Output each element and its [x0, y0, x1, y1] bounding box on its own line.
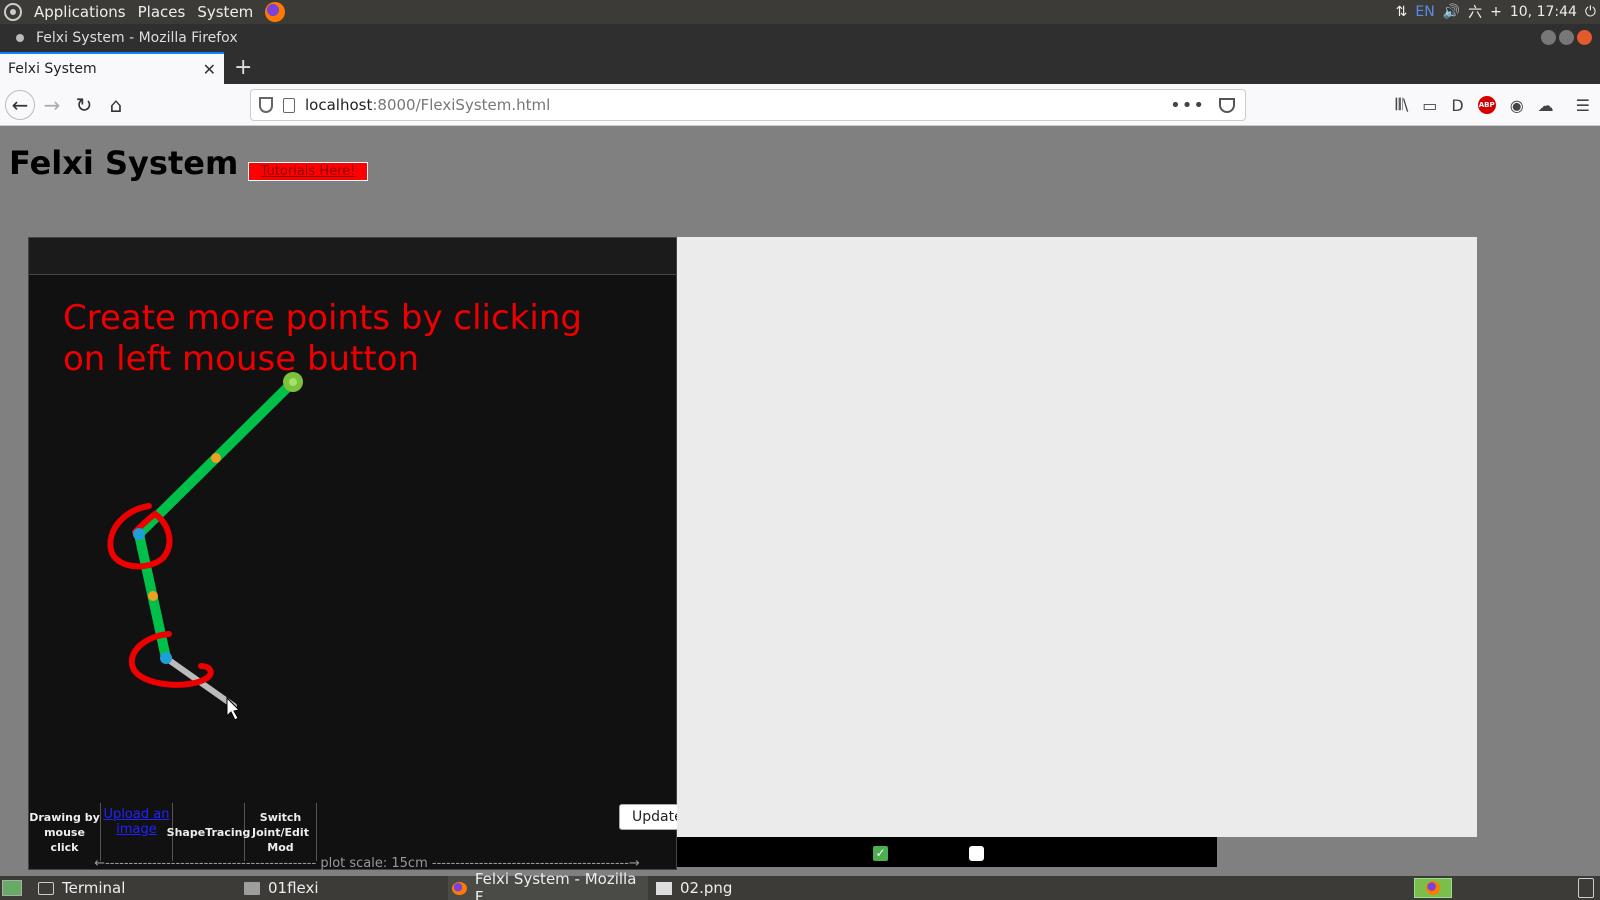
account-icon[interactable]: ◉ [1510, 96, 1524, 115]
url-bar[interactable]: localhost:8000/FlexiSystem.html ••• [250, 89, 1246, 121]
extension-d-icon[interactable]: D [1451, 96, 1463, 115]
firefox-launcher-icon[interactable] [265, 2, 286, 22]
forward-icon[interactable]: → [37, 90, 67, 120]
show-desktop-icon[interactable] [2, 880, 22, 896]
image-file-icon [656, 881, 672, 895]
system-tray: ⇅ EN 🔊 六 + 10, 17:44 ⏻ [1396, 0, 1596, 24]
plot-scale: ←---------------------------------------… [91, 856, 643, 871]
navigation-toolbar: ← → ↻ ⌂ localhost:8000/FlexiSystem.html … [0, 84, 1600, 126]
link-midpoint[interactable] [211, 453, 221, 463]
extension-icon[interactable]: ☁ [1538, 96, 1554, 115]
checkbox-unchecked[interactable] [969, 846, 984, 861]
page-title: Felxi System [9, 144, 239, 182]
keyboard-layout[interactable]: EN [1415, 4, 1434, 20]
system-top-panel: Applications Places System ⇅ EN 🔊 六 + 10… [0, 0, 1600, 24]
shape-tracing-button[interactable]: ShapeTracing [167, 803, 250, 861]
window-titlebar: Felxi System - Mozilla Firefox [0, 24, 1600, 52]
menu-system[interactable]: System [197, 3, 253, 21]
tab-strip: Felxi System ✕ + [0, 52, 1600, 84]
tracking-protection-icon[interactable] [259, 97, 273, 113]
home-icon[interactable]: ⌂ [101, 90, 131, 120]
sidebar-icon[interactable]: ▭ [1422, 96, 1437, 115]
taskbar-item-terminal[interactable]: Terminal [38, 876, 238, 900]
page-actions-icon[interactable]: ••• [1170, 95, 1205, 116]
checkbox-checked[interactable]: ✓ [873, 846, 888, 861]
add-icon[interactable]: + [1490, 4, 1502, 20]
trash-icon[interactable] [1578, 878, 1594, 898]
pocket-icon[interactable] [1219, 97, 1235, 113]
taskbar-item-folder[interactable]: 01flexi [244, 876, 444, 900]
library-icon[interactable]: 𝄃𝄃\ [1396, 95, 1409, 115]
back-icon[interactable]: ← [5, 89, 35, 120]
volume-icon[interactable]: 🔊 [1443, 4, 1460, 20]
endpoint-inner [289, 378, 297, 386]
drawing-mode-button[interactable]: Drawing by mouse click [29, 803, 101, 861]
clock[interactable]: 10, 17:44 [1510, 4, 1577, 20]
link-midpoint[interactable] [148, 591, 158, 601]
switch-mode-button[interactable]: Switch Joint/Edit Mod [245, 803, 317, 861]
firefox-icon [452, 881, 467, 895]
menu-places[interactable]: Places [138, 3, 186, 21]
tab-title: Felxi System [8, 61, 97, 77]
firefox-workspace-icon [1426, 881, 1440, 895]
drawing-canvas-panel[interactable]: Create more points by clicking on left m… [28, 237, 679, 871]
ubuntu-logo-icon[interactable] [4, 3, 22, 21]
taskbar-label: 02.png [680, 879, 733, 897]
menu-applications[interactable]: Applications [34, 3, 126, 21]
tab-felxi-system[interactable]: Felxi System ✕ [0, 52, 224, 84]
scale-arrow-left: ←---------------------------------------… [94, 856, 321, 871]
plot-scale-label: plot scale: 15cm [320, 856, 428, 871]
mouse-cursor-icon [226, 696, 241, 721]
joint-marker[interactable] [133, 528, 145, 540]
scale-arrow-right: ----------------------------------------… [427, 856, 640, 871]
taskbar-item-firefox[interactable]: Felxi System - Mozilla F... [448, 870, 648, 900]
mechanism-drawing[interactable] [29, 238, 678, 871]
close-tab-icon[interactable]: ✕ [203, 60, 216, 79]
folder-icon [244, 881, 260, 895]
network-icon[interactable]: ⇅ [1396, 4, 1408, 20]
url-path: :8000/FlexiSystem.html [372, 96, 551, 114]
power-icon[interactable]: ⏻ [1585, 4, 1596, 20]
adblock-icon[interactable]: ABP [1477, 96, 1496, 114]
workspace-switcher[interactable] [1414, 878, 1452, 898]
joint-marker[interactable] [160, 652, 172, 664]
site-info-icon[interactable] [283, 97, 295, 113]
window-menu-icon[interactable] [16, 34, 24, 42]
hamburger-menu-icon[interactable]: ☰ [1576, 96, 1590, 115]
taskbar-item-image[interactable]: 02.png [656, 876, 856, 900]
close-window-button[interactable] [1577, 30, 1592, 45]
update-button[interactable]: Update [619, 804, 679, 830]
maximize-button[interactable] [1559, 30, 1574, 45]
terminal-icon [38, 881, 54, 895]
tutorials-link[interactable]: Tutorials Here! [248, 162, 368, 181]
preview-control-bar: ✓ [677, 837, 1217, 867]
taskbar-label: 01flexi [268, 879, 319, 897]
url-host: localhost [305, 96, 373, 114]
new-tab-button[interactable]: + [234, 52, 252, 84]
reload-icon[interactable]: ↻ [69, 90, 99, 120]
taskbar-label: Terminal [62, 879, 126, 897]
bottom-taskbar: Terminal 01flexi Felxi System - Mozilla … [0, 870, 1600, 900]
input-method-icon[interactable]: 六 [1468, 2, 1482, 22]
minimize-button[interactable] [1541, 30, 1556, 45]
window-title: Felxi System - Mozilla Firefox [36, 30, 238, 46]
taskbar-label: Felxi System - Mozilla F... [474, 870, 637, 900]
preview-panel[interactable] [677, 237, 1477, 837]
upload-image-link[interactable]: Upload an image [101, 803, 173, 861]
